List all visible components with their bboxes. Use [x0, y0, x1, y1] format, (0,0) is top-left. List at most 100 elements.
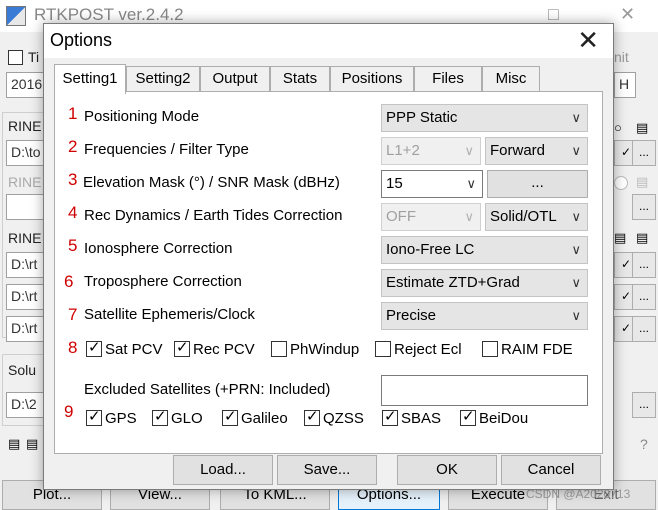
rinex-rover-field[interactable]: D:\to — [6, 140, 44, 166]
qzss-checkbox[interactable]: ✓ QZSS — [304, 408, 364, 432]
glo-label: GLO — [171, 410, 203, 427]
galileo-checkbox[interactable]: ✓ Galileo — [222, 408, 288, 432]
close-icon[interactable]: ✕ — [620, 4, 635, 25]
base-browse-button[interactable]: ... — [632, 194, 656, 220]
chevron-down-icon: ∨ — [571, 242, 581, 257]
tab-setting2[interactable]: Setting2 — [126, 66, 200, 92]
rinex-base-label: RINE — [8, 174, 42, 190]
qzss-label: QZSS — [323, 410, 364, 427]
reject-ecl-checkbox[interactable]: Reject Ecl — [375, 341, 462, 363]
sbas-label: SBAS — [401, 410, 442, 427]
options-tab-strip: Setting1 Setting2 Output Stats Positions… — [54, 64, 544, 94]
raim-fde-label: RAIM FDE — [501, 341, 573, 358]
positioning-mode-select[interactable]: PPP Static ∨ — [381, 104, 588, 132]
checkbox-box: ✓ — [222, 408, 238, 426]
tab-setting1[interactable]: Setting1 — [54, 64, 126, 94]
annotation-number-7: 7 — [68, 305, 78, 324]
reject-ecl-label: Reject Ecl — [394, 341, 462, 358]
gps-checkbox[interactable]: ✓ GPS — [86, 408, 137, 432]
galileo-label: Galileo — [241, 410, 288, 427]
base-radio[interactable] — [614, 176, 628, 190]
filter-type-select[interactable]: Forward ∨ — [485, 137, 588, 165]
elevation-mask-select[interactable]: 15 ∨ — [381, 170, 483, 198]
ok-button[interactable]: OK — [397, 455, 497, 485]
rover-browse-button[interactable]: ... — [632, 140, 656, 166]
elevation-mask-value: 15 — [386, 175, 403, 192]
tab-output[interactable]: Output — [200, 66, 270, 92]
rover-radio-icon[interactable]: ○ — [614, 120, 622, 135]
dialog-close-icon[interactable]: ✕ — [577, 26, 599, 54]
solution-field[interactable]: D:\2 — [6, 392, 44, 418]
checkbox-box: ✓ — [152, 408, 168, 426]
raim-fde-checkbox[interactable]: RAIM FDE — [482, 341, 573, 363]
tab-stats[interactable]: Stats — [270, 66, 330, 92]
cancel-button[interactable]: Cancel — [501, 455, 601, 485]
checkbox-box: ✓ — [460, 408, 476, 426]
tab-positions[interactable]: Positions — [330, 66, 414, 92]
chevron-down-icon: ∨ — [464, 209, 474, 224]
main-window-title: RTKPOST ver.2.4.2 — [34, 5, 184, 24]
nav-browse-button-3[interactable]: ... — [632, 316, 656, 342]
check-mark-icon: ✓ — [176, 339, 189, 356]
chevron-down-icon: ∨ — [571, 143, 581, 158]
solution-browse-button[interactable]: ... — [632, 392, 656, 418]
earth-tides-select[interactable]: Solid/OTL ∨ — [485, 203, 588, 231]
check-mark-icon: ✓ — [88, 339, 101, 356]
check-mark-icon: ✓ — [224, 408, 237, 425]
rec-pcv-label: Rec PCV — [193, 341, 255, 358]
rinex-nav-field-3[interactable]: D:\rt — [6, 316, 44, 342]
annotation-number-3: 3 — [68, 170, 78, 189]
dialog-title: Options — [50, 30, 113, 50]
phwindup-checkbox[interactable]: PhWindup — [271, 341, 359, 363]
beidou-label: BeiDou — [479, 410, 529, 427]
excluded-satellites-input[interactable] — [381, 375, 588, 406]
snr-mask-button[interactable]: ... — [487, 170, 588, 198]
time-start-field[interactable]: 2016 — [6, 72, 44, 98]
sbas-checkbox[interactable]: ✓ SBAS — [382, 408, 442, 432]
positioning-mode-value: PPP Static — [386, 109, 458, 126]
nav-list-icon[interactable]: ▤ — [636, 230, 648, 246]
annotation-number-2: 2 — [68, 137, 78, 156]
checkbox-box — [375, 341, 391, 357]
beidou-checkbox[interactable]: ✓ BeiDou — [460, 408, 529, 432]
tab-misc[interactable]: Misc — [482, 66, 540, 92]
chevron-down-icon: ∨ — [464, 143, 474, 158]
rover-view-icon[interactable]: ▤ — [636, 120, 648, 136]
earth-tides-value: Solid/OTL — [490, 208, 557, 225]
glo-checkbox[interactable]: ✓ GLO — [152, 408, 203, 432]
sat-pcv-checkbox[interactable]: ✓ Sat PCV — [86, 339, 163, 363]
list-icon[interactable]: ▤ — [26, 436, 38, 452]
interval-field[interactable]: H — [614, 72, 636, 98]
rinex-nav-field-2[interactable]: D:\rt — [6, 284, 44, 310]
minimize-icon[interactable]: □ — [548, 4, 559, 25]
rinex-nav-field-1[interactable]: D:\rt — [6, 252, 44, 278]
app-icon — [6, 6, 26, 26]
save-button[interactable]: Save... — [277, 455, 377, 485]
troposphere-select[interactable]: Estimate ZTD+Grad ∨ — [381, 269, 588, 297]
solution-label: Solu — [8, 362, 37, 378]
rec-pcv-checkbox[interactable]: ✓ Rec PCV — [174, 339, 255, 363]
chevron-down-icon: ∨ — [571, 275, 581, 290]
rec-dynamics-select[interactable]: OFF ∨ — [381, 203, 481, 231]
ionosphere-label: Ionosphere Correction — [84, 240, 233, 257]
frequencies-value: L1+2 — [386, 142, 420, 159]
frequencies-select[interactable]: L1+2 ∨ — [381, 137, 481, 165]
load-button[interactable]: Load... — [173, 455, 273, 485]
ephemeris-select[interactable]: Precise ∨ — [381, 302, 588, 330]
output-icon[interactable]: ▤ — [8, 436, 20, 452]
ionosphere-value: Iono-Free LC — [386, 241, 475, 258]
options-dialog: Options ✕ Setting1 Setting2 Output Stats… — [43, 23, 614, 490]
base-view-icon[interactable]: ▤ — [636, 174, 648, 190]
rec-dynamics-label: Rec Dynamics / Earth Tides Correction — [84, 207, 343, 224]
nav-browse-button-1[interactable]: ... — [632, 252, 656, 278]
rinex-base-field[interactable] — [6, 194, 44, 220]
check-mark-icon: ✓ — [154, 408, 167, 425]
nav-browse-button-2[interactable]: ... — [632, 284, 656, 310]
rinex-rover-label: RINE — [8, 118, 42, 134]
checkbox-box: ✓ — [86, 339, 102, 357]
time-start-checkbox[interactable] — [8, 50, 23, 65]
ionosphere-select[interactable]: Iono-Free LC ∨ — [381, 236, 588, 264]
nav-view-icon[interactable]: ▤ — [614, 230, 626, 246]
tab-files[interactable]: Files — [414, 66, 482, 92]
troposphere-value: Estimate ZTD+Grad — [386, 274, 520, 291]
